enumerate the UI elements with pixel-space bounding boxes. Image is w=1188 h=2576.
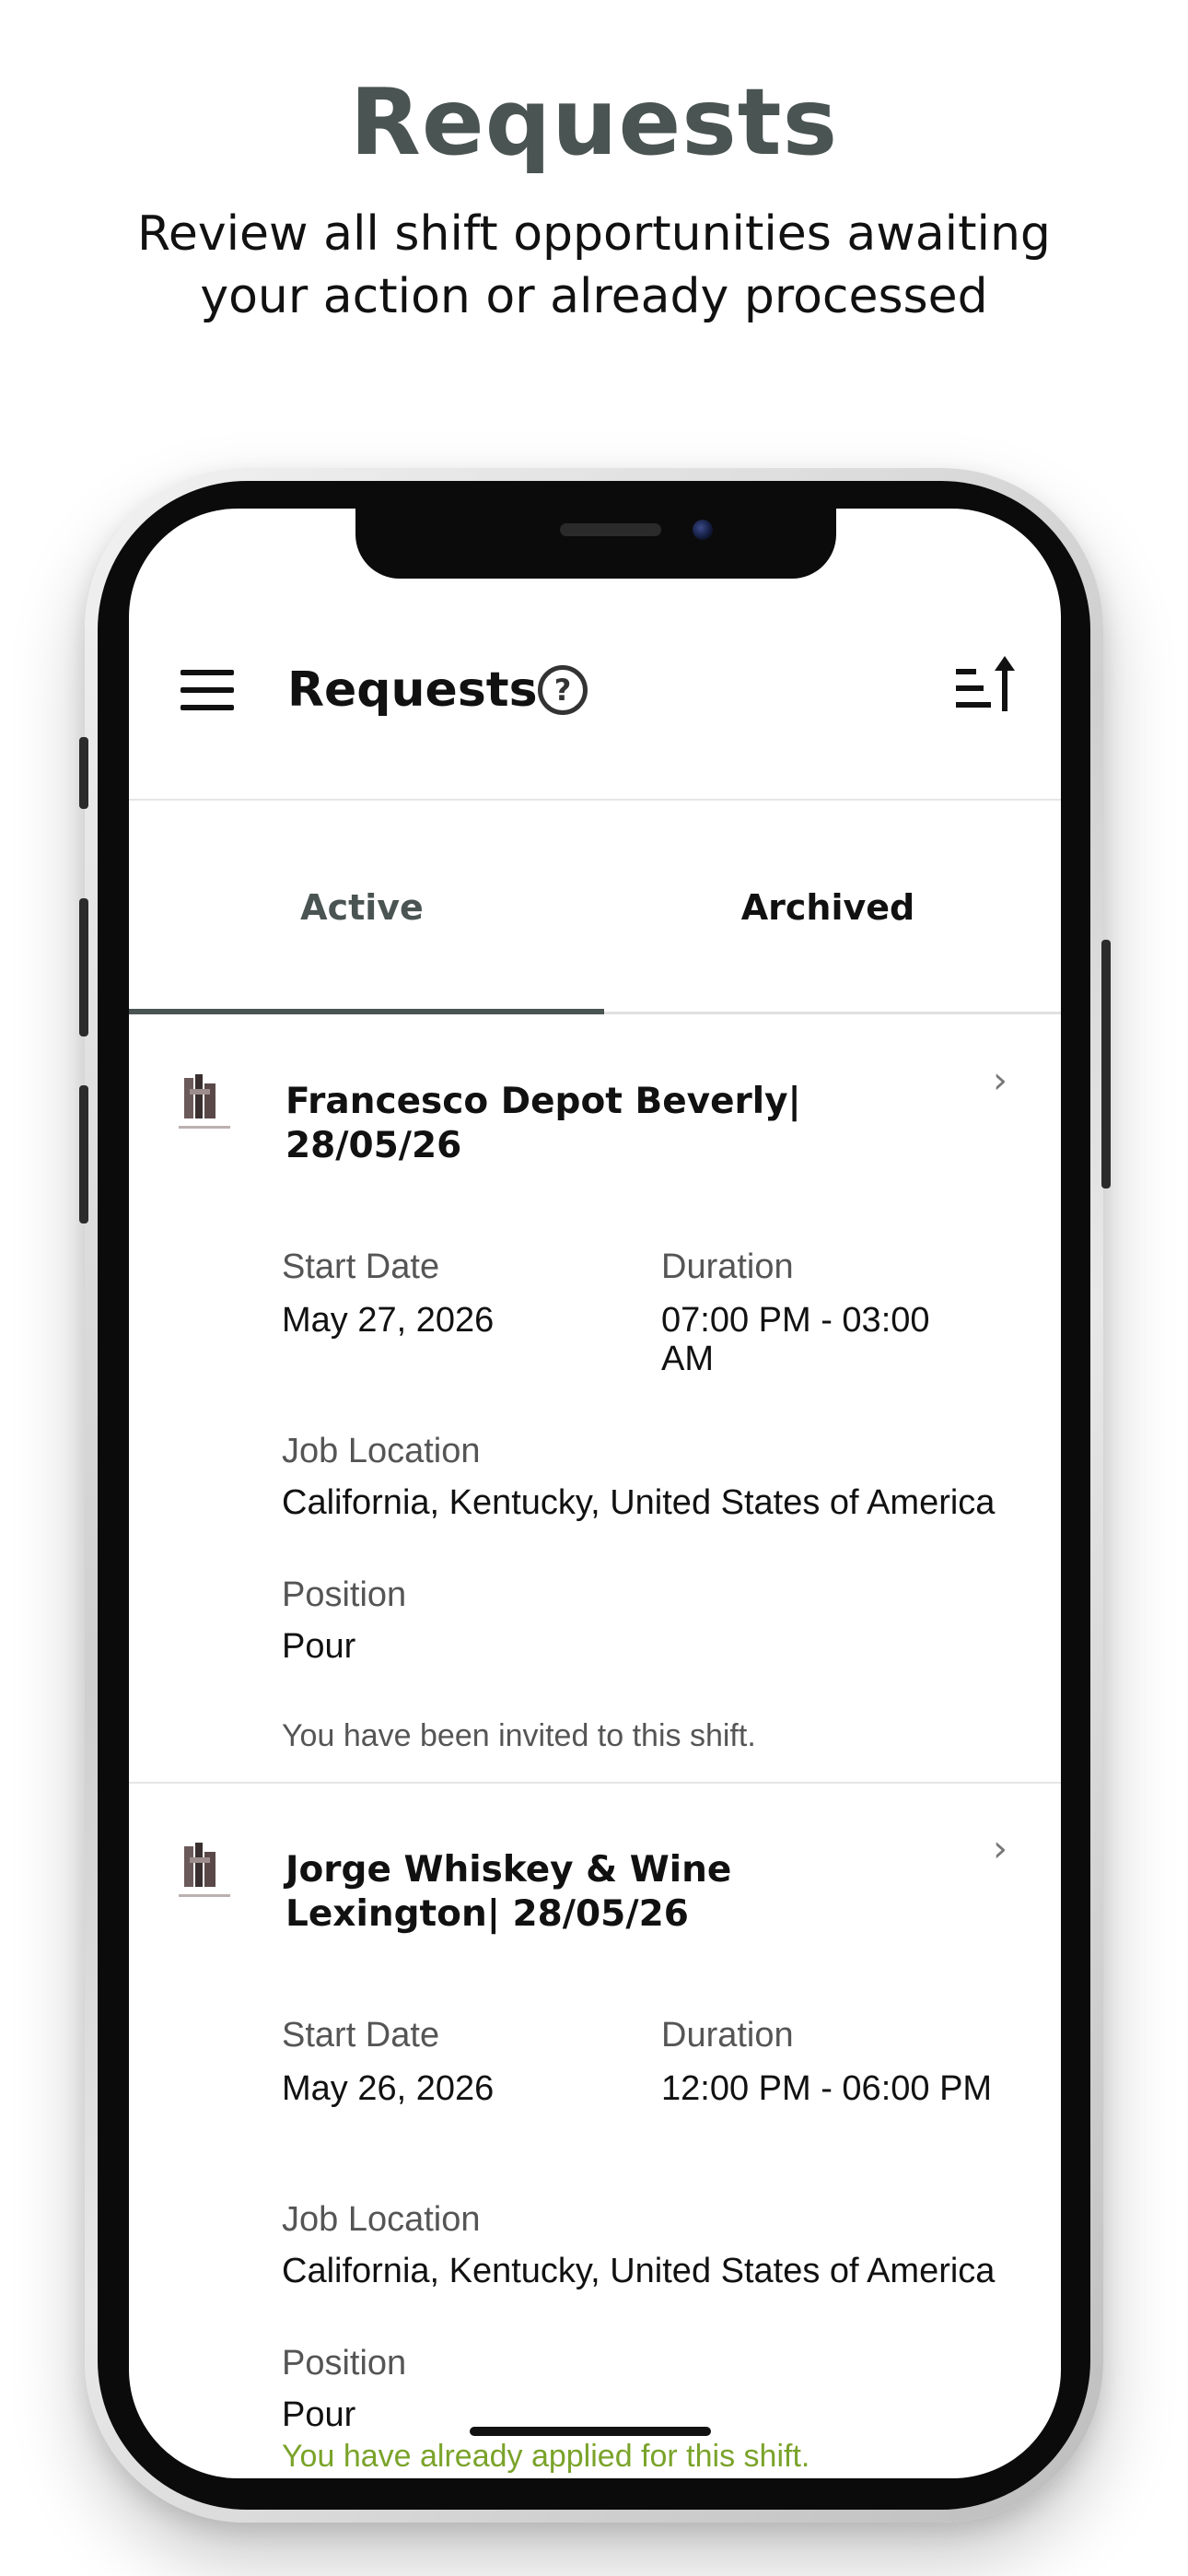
mute-switch [79, 737, 88, 809]
position-label: Position [282, 2344, 407, 2383]
request-title: Jorge Whiskey & Wine Lexington| 28/05/26 [285, 1849, 732, 1935]
request-card[interactable]: › Francesco Depot Beverly| 28/05/26 Star… [129, 1015, 1061, 1784]
duration-label: Duration [661, 2016, 794, 2055]
hero-subtitle: Review all shift opportunities awaiting … [137, 206, 1051, 324]
start-date-value: May 27, 2026 [282, 1301, 495, 1340]
job-location-value: California, Kentucky, United States of A… [282, 1483, 996, 1522]
start-date-label: Start Date [282, 1247, 440, 1286]
duration-label: Duration [661, 1247, 794, 1286]
venue-logo [179, 1843, 230, 1897]
volume-down-button [79, 1085, 88, 1224]
tab-bar: Active Archived [129, 803, 1061, 1014]
phone-screen: Requests ? Active Archived › Francesco D… [129, 509, 1061, 2478]
tab-indicator [129, 1009, 604, 1014]
front-camera [693, 520, 713, 540]
chevron-right-icon[interactable]: › [993, 1062, 1020, 1099]
hero-title: Requests [349, 68, 839, 176]
sort-ascending-icon[interactable] [954, 656, 1019, 720]
start-date-label: Start Date [282, 2016, 440, 2055]
request-status: You have already applied for this shift. [282, 2439, 810, 2474]
job-location-label: Job Location [282, 2200, 481, 2239]
start-date-value: May 26, 2026 [282, 2069, 495, 2108]
position-value: Pour [282, 2395, 356, 2434]
position-label: Position [282, 1575, 407, 1614]
venue-logo [179, 1074, 230, 1129]
menu-icon[interactable] [181, 670, 234, 710]
help-icon[interactable]: ? [538, 665, 588, 715]
tab-active[interactable]: Active [129, 803, 595, 1012]
tab-archived[interactable]: Archived [595, 803, 1061, 1012]
speaker-grille [560, 523, 661, 536]
app-bar [129, 596, 1061, 801]
page-title: Requests [287, 662, 538, 718]
job-location-label: Job Location [282, 1432, 481, 1470]
power-button [1101, 940, 1111, 1188]
request-card[interactable]: › Jorge Whiskey & Wine Lexington| 28/05/… [129, 1784, 1061, 2478]
volume-up-button [79, 898, 88, 1036]
chevron-right-icon[interactable]: › [993, 1831, 1020, 1868]
position-value: Pour [282, 1627, 356, 1666]
request-title: Francesco Depot Beverly| 28/05/26 [285, 1081, 801, 1166]
duration-value: 07:00 PM - 03:00 AM [661, 1301, 930, 1378]
duration-value: 12:00 PM - 06:00 PM [661, 2069, 993, 2108]
home-indicator[interactable] [470, 2427, 711, 2436]
notch [355, 509, 836, 579]
job-location-value: California, Kentucky, United States of A… [282, 2252, 996, 2290]
request-status: You have been invited to this shift. [282, 1718, 756, 1753]
